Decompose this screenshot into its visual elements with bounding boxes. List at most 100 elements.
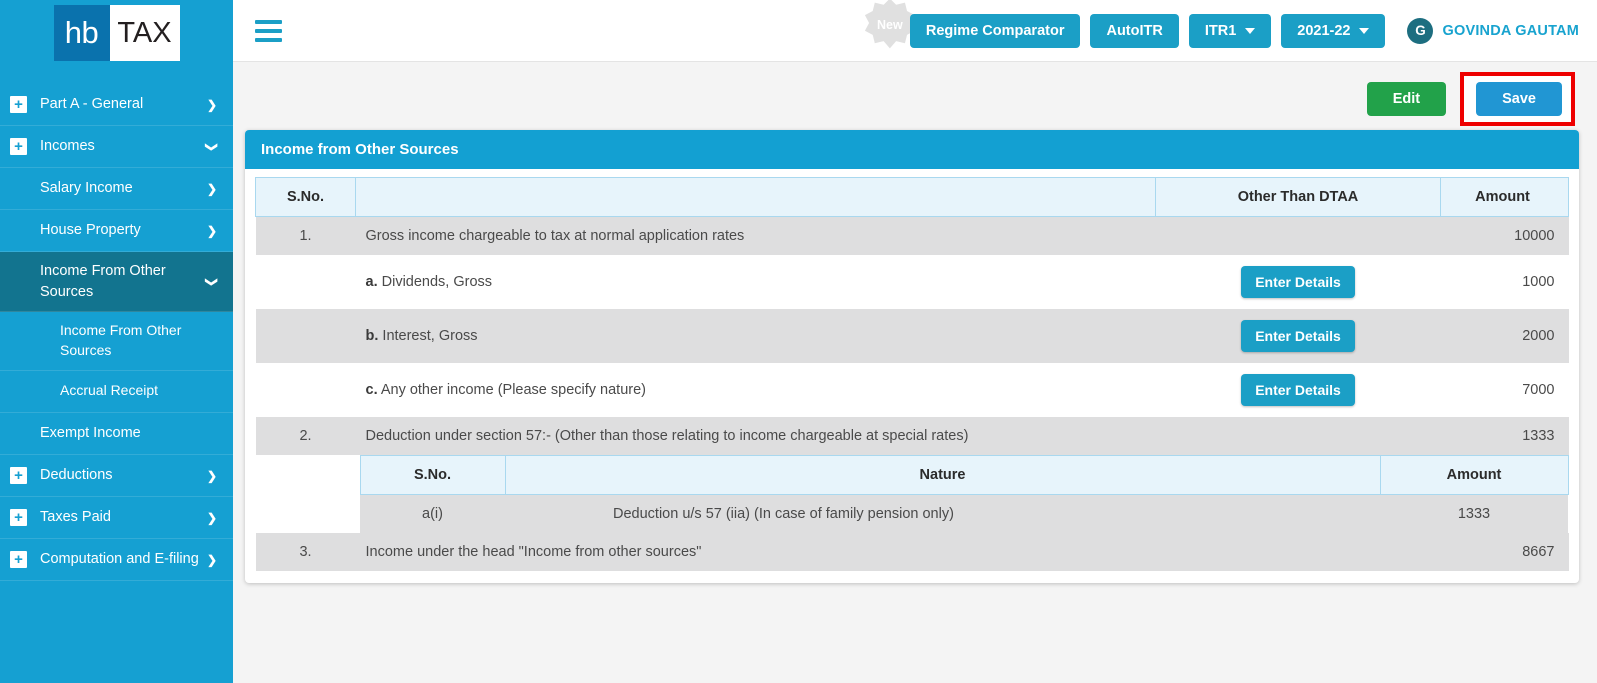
chevron-right-icon bbox=[207, 182, 217, 195]
brand-logo[interactable]: hb TAX bbox=[0, 0, 233, 62]
row-prefix: a. bbox=[365, 274, 378, 290]
assessment-year-dropdown[interactable]: 2021-22 bbox=[1281, 13, 1386, 48]
table-row: 2. Deduction under section 57:- (Other t… bbox=[255, 417, 1569, 455]
table-body: 1. Gross income chargeable to tax at nor… bbox=[255, 216, 1569, 571]
card-title: Income from Other Sources bbox=[245, 130, 1579, 169]
row-description-text: Interest, Gross bbox=[382, 328, 478, 344]
subtable-body: a(i) Deduction u/s 57 (iia) (In case of … bbox=[360, 494, 1568, 533]
chevron-down-icon bbox=[1245, 27, 1256, 34]
sidebar-item-salary-income[interactable]: Salary Income bbox=[0, 168, 233, 210]
row-dtaa-cell bbox=[1155, 533, 1441, 571]
save-button-highlight: Save bbox=[1460, 72, 1575, 126]
content-area: Edit Save Income from Other Sources S.No… bbox=[233, 62, 1597, 683]
subtable-row: a(i) Deduction u/s 57 (iia) (In case of … bbox=[360, 494, 1568, 533]
logo-tax-text: TAX bbox=[109, 5, 180, 61]
sidebar-item-label: Exempt Income bbox=[40, 425, 141, 442]
user-menu[interactable]: G GOVINDA GAUTAM bbox=[1407, 17, 1587, 44]
row-amount: 7000 bbox=[1440, 363, 1569, 417]
sidebar-item-taxes-paid[interactable]: + Taxes Paid bbox=[0, 497, 233, 539]
form-action-row: Edit Save bbox=[245, 72, 1579, 126]
sidebar-item-exempt-income[interactable]: Exempt Income bbox=[0, 412, 233, 455]
plus-box-icon: + bbox=[10, 138, 27, 155]
chevron-down-icon bbox=[1359, 27, 1370, 34]
row-amount: 1333 bbox=[1440, 417, 1569, 455]
sidebar-item-income-from-other-sources-child[interactable]: Income From Other Sources bbox=[0, 312, 233, 371]
save-button[interactable]: Save bbox=[1476, 82, 1562, 116]
itr-form-dropdown[interactable]: ITR1 bbox=[1188, 13, 1272, 48]
row-sno: 2. bbox=[255, 417, 356, 455]
subrow-nature: Deduction u/s 57 (iia) (In case of famil… bbox=[505, 494, 1380, 533]
row-sno bbox=[255, 309, 356, 363]
subtable-header-row: S.No. Nature Amount bbox=[359, 455, 1569, 495]
new-starburst-badge: New bbox=[864, 0, 915, 49]
table-head: S.No. Other Than DTAA Amount bbox=[255, 177, 1569, 217]
auto-itr-button[interactable]: AutoITR bbox=[1090, 13, 1179, 48]
row-amount: 1000 bbox=[1440, 255, 1569, 309]
chevron-right-icon bbox=[207, 224, 217, 237]
chevron-right-icon bbox=[207, 98, 217, 111]
regime-comparator-wrap: New Regime Comparator bbox=[864, 0, 1081, 49]
row-amount: 8667 bbox=[1440, 533, 1569, 571]
row-description: Income under the head "Income from other… bbox=[355, 533, 1156, 571]
subrow-sno: a(i) bbox=[360, 494, 505, 533]
sidebar-item-incomes[interactable]: + Incomes bbox=[0, 126, 233, 168]
sidebar-item-deductions[interactable]: + Deductions bbox=[0, 455, 233, 497]
row-dtaa-cell: Enter Details bbox=[1155, 255, 1441, 309]
row-description: a. Dividends, Gross bbox=[355, 255, 1156, 309]
sidebar-item-part-a-general[interactable]: + Part A - General bbox=[0, 84, 233, 126]
sidebar-item-house-property[interactable]: House Property bbox=[0, 210, 233, 252]
subcolumn-header-amount: Amount bbox=[1379, 455, 1569, 495]
row-description: Gross income chargeable to tax at normal… bbox=[355, 216, 1156, 255]
income-other-sources-card: Income from Other Sources S.No. Other Th… bbox=[245, 130, 1579, 583]
chevron-down-icon bbox=[207, 140, 217, 153]
plus-box-icon: + bbox=[10, 550, 27, 568]
nested-subtable-cell: S.No. Nature Amount a(i) Deduction u/s 5… bbox=[256, 455, 1569, 533]
enter-details-button[interactable]: Enter Details bbox=[1241, 320, 1355, 352]
table-row: a. Dividends, Gross Enter Details 1000 bbox=[255, 255, 1569, 309]
sidebar-item-accrual-receipt[interactable]: Accrual Receipt bbox=[0, 370, 233, 413]
sidebar-item-computation-and-efiling[interactable]: + Computation and E-filing bbox=[0, 539, 233, 581]
user-name-label: GOVINDA GAUTAM bbox=[1442, 22, 1579, 39]
column-header-amount: Amount bbox=[1440, 177, 1569, 217]
row-sno: 1. bbox=[255, 216, 356, 255]
sidebar-item-label: Incomes bbox=[40, 138, 95, 155]
row-sno bbox=[255, 363, 356, 417]
sidebar-item-label: Accrual Receipt bbox=[60, 382, 159, 399]
row-description-text: Any other income (Please specify nature) bbox=[380, 382, 646, 398]
subcolumn-header-nature: Nature bbox=[504, 455, 1381, 495]
enter-details-button[interactable]: Enter Details bbox=[1241, 266, 1355, 298]
sidebar-item-label: Income From Other Sources bbox=[40, 263, 166, 300]
header-actions: New Regime Comparator AutoITR ITR1 2021-… bbox=[864, 0, 1587, 49]
row-dtaa-cell: Enter Details bbox=[1155, 309, 1441, 363]
table-row: 3. Income under the head "Income from ot… bbox=[255, 533, 1569, 571]
table-row: 1. Gross income chargeable to tax at nor… bbox=[255, 216, 1569, 255]
card-body: S.No. Other Than DTAA Amount 1. Gross in… bbox=[245, 169, 1579, 583]
hamburger-icon[interactable] bbox=[255, 19, 282, 42]
edit-button[interactable]: Edit bbox=[1366, 82, 1447, 116]
sidebar-nav: + Part A - General + Incomes Salary Inco… bbox=[0, 84, 233, 581]
top-header: New Regime Comparator AutoITR ITR1 2021-… bbox=[233, 0, 1597, 62]
row-description: Deduction under section 57:- (Other than… bbox=[355, 417, 1156, 455]
chevron-right-icon bbox=[207, 511, 217, 524]
row-prefix: b. bbox=[365, 328, 379, 344]
sidebar: hb TAX + Part A - General + Incomes Sala… bbox=[0, 0, 233, 683]
chevron-down-icon bbox=[207, 275, 217, 288]
sidebar-item-income-from-other-sources[interactable]: Income From Other Sources bbox=[0, 252, 233, 313]
sidebar-item-label: Income From Other Sources bbox=[60, 322, 182, 359]
regime-comparator-button[interactable]: Regime Comparator bbox=[909, 13, 1081, 48]
application-window: hb TAX + Part A - General + Incomes Sala… bbox=[0, 0, 1597, 683]
nested-subtable-wrapper: S.No. Nature Amount a(i) Deduction u/s 5… bbox=[256, 455, 1569, 533]
sidebar-item-label: House Property bbox=[40, 222, 141, 239]
table-header-row: S.No. Other Than DTAA Amount bbox=[255, 177, 1569, 217]
sidebar-item-label: Deductions bbox=[40, 467, 113, 484]
column-header-sno: S.No. bbox=[255, 177, 356, 217]
avatar: G bbox=[1407, 17, 1434, 44]
enter-details-button[interactable]: Enter Details bbox=[1241, 374, 1355, 406]
sidebar-item-label: Salary Income bbox=[40, 180, 133, 197]
plus-box-icon: + bbox=[10, 466, 27, 484]
row-description-text: Dividends, Gross bbox=[381, 274, 493, 290]
sidebar-item-label: Computation and E-filing bbox=[40, 551, 199, 568]
row-sno: 3. bbox=[255, 533, 356, 571]
plus-box-icon: + bbox=[10, 96, 27, 113]
row-description: b. Interest, Gross bbox=[355, 309, 1156, 363]
